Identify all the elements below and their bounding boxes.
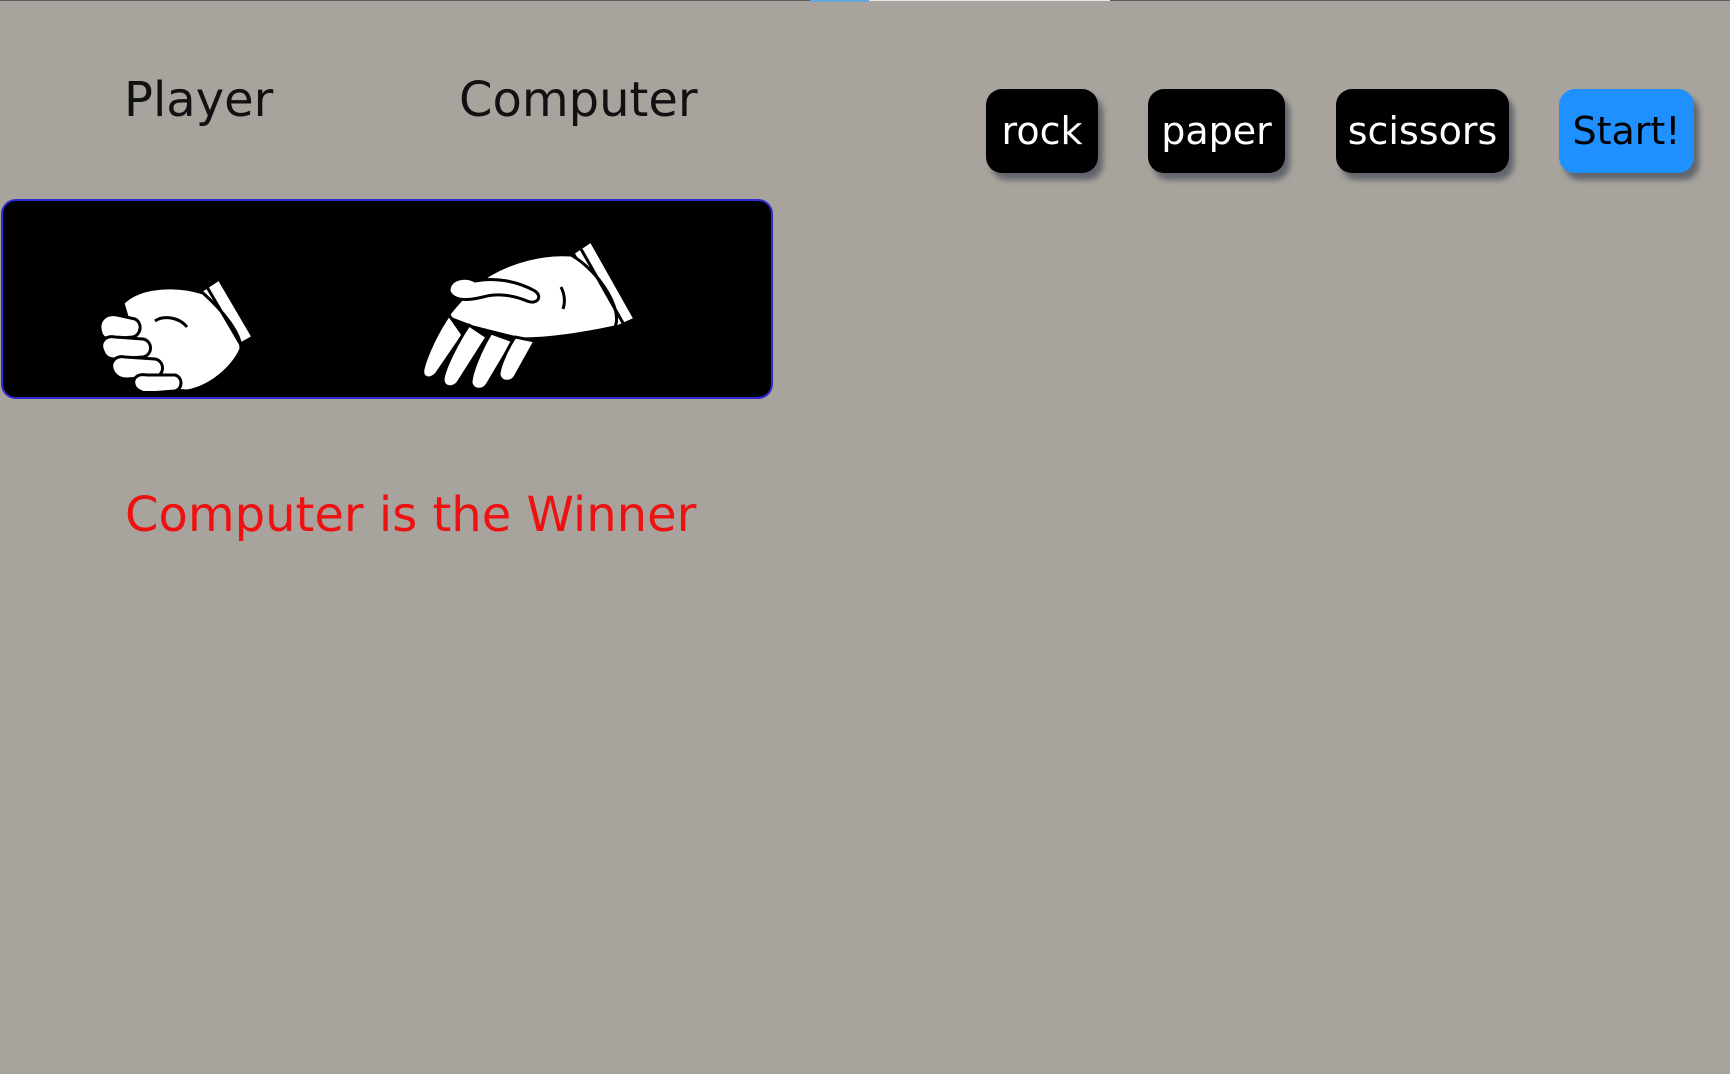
paper-open-hand-icon — [421, 209, 673, 391]
game-arena — [1, 199, 773, 399]
rock-fist-icon — [98, 277, 255, 391]
paper-button[interactable]: paper — [1148, 89, 1285, 173]
top-accent-bar — [810, 0, 869, 2]
scissors-button[interactable]: scissors — [1336, 89, 1509, 173]
top-light-bar — [869, 0, 1110, 1]
start-button[interactable]: Start! — [1559, 89, 1694, 173]
choice-controls: rock paper scissors Start! — [0, 89, 1730, 173]
result-message: Computer is the Winner — [125, 487, 697, 543]
rock-button[interactable]: rock — [986, 89, 1098, 173]
